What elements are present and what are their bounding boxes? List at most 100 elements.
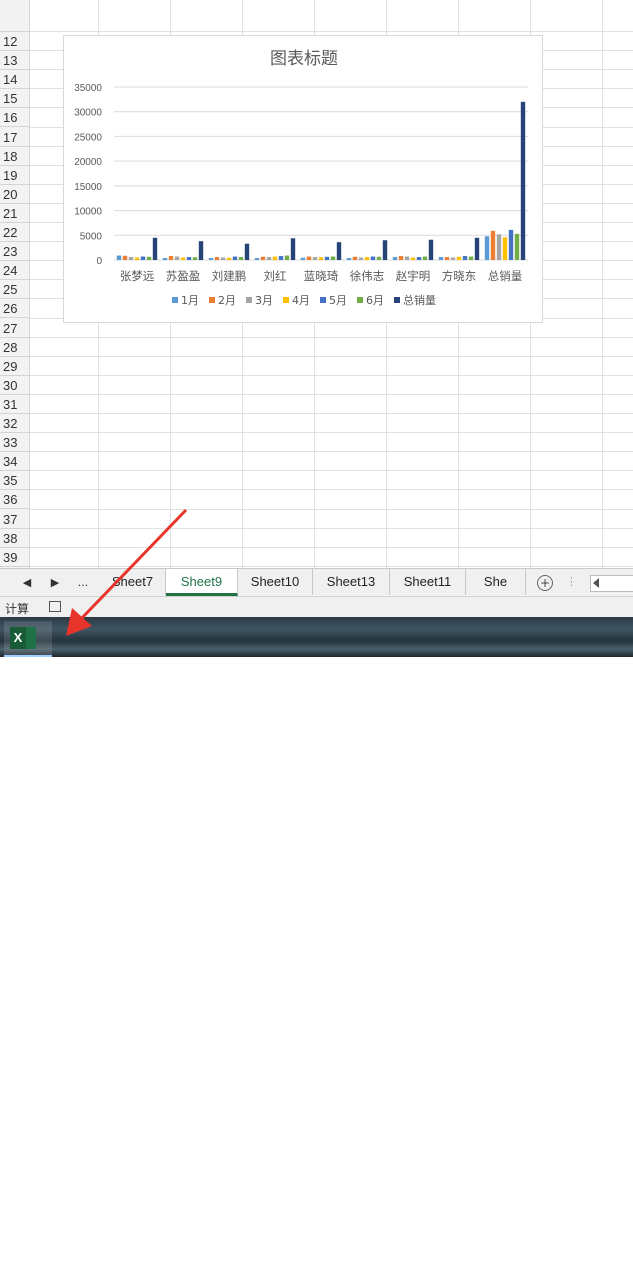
bar <box>238 257 244 260</box>
row-header[interactable]: 28 <box>0 338 29 357</box>
bar <box>520 101 526 260</box>
row-header[interactable]: 36 <box>0 490 29 510</box>
row-header[interactable]: 18 <box>0 147 29 166</box>
row-header[interactable]: 25 <box>0 280 29 300</box>
bar <box>468 256 474 260</box>
sheet-tab-she[interactable]: She <box>466 569 526 595</box>
row-gridline <box>30 489 633 491</box>
sheet-tab-bar: ◀ ▶ ... Sheet7 Sheet9 Sheet10 Sheet13 Sheet1… <box>0 568 633 596</box>
row-header[interactable]: 32 <box>0 414 29 433</box>
bar <box>358 257 364 260</box>
bar <box>214 257 220 260</box>
bar <box>168 256 174 260</box>
row-header[interactable]: 38 <box>0 529 29 548</box>
x-tick-label: 蓝晓琦 <box>304 269 339 283</box>
bar <box>514 233 520 260</box>
row-header[interactable]: 35 <box>0 471 29 491</box>
sheet-tab-sheet7[interactable]: Sheet7 <box>100 569 166 595</box>
column-gridline <box>602 0 603 568</box>
excel-taskbar-button[interactable]: X <box>4 621 52 657</box>
sheet-tab-sheet9[interactable]: Sheet9 <box>166 569 238 596</box>
legend-swatch <box>246 297 252 303</box>
bar <box>220 257 226 260</box>
row-header[interactable]: 34 <box>0 452 29 472</box>
row-header[interactable]: 22 <box>0 223 29 242</box>
scroll-left-icon[interactable] <box>593 578 599 588</box>
y-tick-label: 35000 <box>74 83 102 94</box>
row-gridline <box>30 508 633 510</box>
row-header[interactable]: 39 <box>0 548 29 567</box>
calculator-icon[interactable] <box>49 601 61 612</box>
row-gridline <box>30 546 633 548</box>
row-gridline <box>30 336 633 338</box>
legend-label: 5月 <box>329 294 347 307</box>
row-header[interactable]: 19 <box>0 166 29 185</box>
bar <box>382 240 388 260</box>
prev-sheet-button[interactable]: ◀ <box>14 569 40 596</box>
bar <box>116 255 122 260</box>
bar <box>208 258 214 260</box>
row-header[interactable]: 33 <box>0 433 29 453</box>
bar <box>428 239 434 260</box>
y-tick-label: 20000 <box>74 157 102 168</box>
legend-label: 2月 <box>218 294 236 307</box>
excel-icon: X <box>10 627 36 649</box>
x-tick-label: 总销量 <box>488 269 523 283</box>
row-header[interactable]: 16 <box>0 108 29 128</box>
row-gridline <box>30 565 633 567</box>
x-tick-label: 方晓东 <box>442 269 477 283</box>
row-header[interactable]: 37 <box>0 510 29 529</box>
chart-svg: 图表标题 35000 30000 25000 20000 15000 10000 5000 0 张… <box>74 49 528 307</box>
bar <box>456 256 462 260</box>
legend-label: 3月 <box>255 294 273 307</box>
row-header[interactable]: 24 <box>0 261 29 281</box>
row-header[interactable]: 13 <box>0 51 29 71</box>
add-sheet-button[interactable]: + <box>537 575 553 591</box>
chart[interactable]: 图表标题 35000 30000 25000 20000 15000 10000 5000 0 张… <box>63 35 543 323</box>
watermark-text: 软件SOS <box>444 1250 542 1278</box>
row-header[interactable]: 23 <box>0 242 29 262</box>
bar <box>162 258 168 260</box>
row-header[interactable]: 21 <box>0 204 29 223</box>
sheet-tab-sheet13[interactable]: Sheet13 <box>313 569 390 595</box>
row-header[interactable]: 30 <box>0 376 29 395</box>
x-tick-label: 徐伟志 <box>350 269 385 283</box>
row-header[interactable]: 27 <box>0 319 29 338</box>
row-header[interactable]: 29 <box>0 357 29 376</box>
bar <box>122 255 128 260</box>
row-header[interactable]: 12 <box>0 32 29 51</box>
row-header[interactable]: 26 <box>0 299 29 319</box>
bar <box>140 256 146 260</box>
bar <box>502 237 508 260</box>
windows-taskbar: X 软件SOS <box>0 617 633 1278</box>
next-sheet-button[interactable]: ▶ <box>42 569 68 596</box>
bar <box>392 257 398 260</box>
bar <box>174 256 180 260</box>
bar <box>306 256 312 260</box>
legend-label: 总销量 <box>403 293 436 307</box>
bar <box>180 257 186 260</box>
sheet-tab-sheet10[interactable]: Sheet10 <box>238 569 313 595</box>
row-header[interactable]: 14 <box>0 70 29 90</box>
more-sheets-button[interactable]: ... <box>70 569 96 596</box>
row-header[interactable]: 17 <box>0 128 29 147</box>
sheet-tab-sheet11[interactable]: Sheet11 <box>390 569 466 595</box>
row-header[interactable]: 31 <box>0 395 29 414</box>
bar <box>260 256 266 260</box>
row-header[interactable] <box>0 13 29 32</box>
row-header[interactable]: 20 <box>0 185 29 204</box>
bar <box>444 257 450 260</box>
bar <box>266 257 272 260</box>
legend-label: 4月 <box>292 294 310 307</box>
y-tick-label: 15000 <box>74 182 102 193</box>
bar <box>462 256 468 260</box>
bar <box>490 230 496 260</box>
tab-splitter[interactable]: ⋮ <box>566 575 577 588</box>
bar <box>272 256 278 260</box>
worksheet[interactable]: 12 13 14 15 16 17 18 19 20 21 22 23 24 25 26 27 28 29 30 31… <box>0 0 633 568</box>
x-tick-label: 张梦远 <box>120 269 155 283</box>
bar <box>370 256 376 260</box>
bar <box>278 256 284 260</box>
horizontal-scrollbar[interactable] <box>590 575 633 592</box>
row-header[interactable]: 15 <box>0 89 29 109</box>
